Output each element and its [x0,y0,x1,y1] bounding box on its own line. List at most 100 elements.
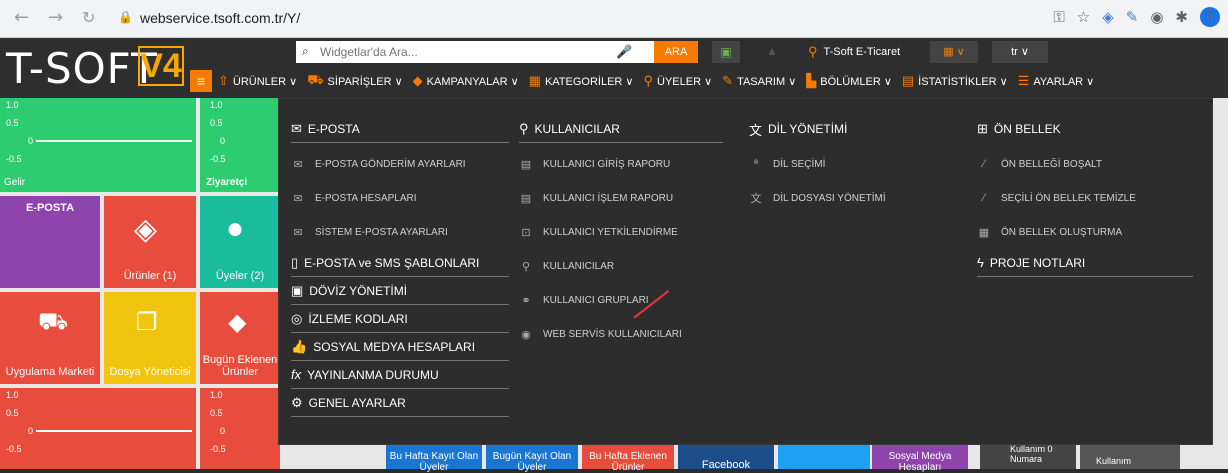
hamburger-icon[interactable]: ≡ [190,70,212,92]
on-bellek-olusturma-link[interactable]: ▦ ÖN BELLEK OLUŞTURMA [977,215,1193,249]
grid-menu-button[interactable]: ▦ ∨ [930,41,978,63]
tags-icon: ◈ [134,213,158,246]
eposta-hesaplari-link[interactable]: ✉ E-POSTA HESAPLARI [291,181,509,215]
chat-icon[interactable]: ▣ [712,41,740,63]
eposta-gonderim-link[interactable]: ✉ E-POSTA GÖNDERİM AYARLARI [291,147,509,181]
menu-siparisler[interactable]: ⛟ SİPARİŞLER ∨ [307,72,402,90]
kullanici-yetkilendirme-link[interactable]: ⊡ KULLANICI YETKİLENDİRME [519,215,723,249]
lock-icon: ⊡ [521,226,531,239]
report-icon: ▤ [520,158,532,171]
logo-version: V4 [138,46,184,86]
back-icon[interactable]: ← [14,9,29,27]
avatar[interactable]: T [1200,7,1220,27]
dil-dosyasi-link[interactable]: 文 DİL DOSYASI YÖNETİMİ [749,181,969,215]
mobile-icon: ▯ [291,254,299,270]
dosya-tile[interactable]: ❐ Dosya Yöneticisi [104,292,196,384]
key-icon[interactable]: ⚿ [1053,8,1064,26]
proje-notlari-link[interactable]: ϟ PROJE NOTLARI [977,249,1193,277]
sosyal-tile[interactable]: Sosyal Medya Hesapları [872,444,968,473]
user-icon: ⚲ [521,260,531,273]
secili-on-bellek-link[interactable]: ⁄ SEÇİLİ ÖN BELLEK TEMİZLE [977,181,1193,215]
address-bar[interactable]: webservice.tsoft.com.tr/Y/ [140,10,300,26]
uygulama-tile[interactable]: ⛟ Uygulama Marketi [0,292,100,384]
kullanici-giris-raporu-link[interactable]: ▤ KULLANICI GİRİŞ RAPORU [519,147,723,181]
doviz-yonetimi-link[interactable]: ▣ DÖVİZ YÖNETİMİ [291,277,509,305]
eye-icon: ◎ [291,310,303,326]
kullanim-tile-2[interactable]: Kullanım [1080,444,1180,469]
extension-icon[interactable]: ◈ [1102,8,1114,26]
genel-ayarlar-link[interactable]: ⚙ GENEL AYARLAR [291,389,509,417]
web-servis-kullanicilari-link[interactable]: ◉ WEB SERVİS KULLANICILARI [519,317,723,351]
kullanim-tile-1[interactable]: Kullanım 0 Numara [980,444,1076,469]
ziyaretci-tile[interactable]: 1.0 0.5 0 -0.5 Ziyaretçi [200,98,280,192]
puzzle-icon[interactable]: ✱ [1175,8,1188,26]
menu-kategoriler[interactable]: ▦ KATEGORİLER ∨ [529,73,634,89]
box-icon: ⇧ [218,73,229,88]
izleme-kodlari-link[interactable]: ◎ İZLEME KODLARI [291,305,509,333]
sistem-eposta-link[interactable]: ✉ SİSTEM E-POSTA AYARLARI [291,215,509,249]
sparkline [36,140,192,142]
eposta-tile[interactable]: E-POSTA [0,196,100,288]
settings-icon: ☰ [1017,73,1030,88]
star-icon[interactable]: ☆ [1077,8,1090,26]
database-icon: ▦ [978,226,990,239]
user-icon: ⚲ [808,44,818,59]
menu-ayarlar[interactable]: ☰ AYARLAR ∨ [1018,73,1094,89]
kullanici-gruplari-link[interactable]: ⚭ KULLANICI GRUPLARI [519,283,723,317]
user-icon: ● [226,212,245,245]
search-icon: ⌕ [302,44,309,58]
forward-icon[interactable]: → [48,9,63,27]
brush-icon: ✎ [722,73,734,88]
bugun-tile[interactable]: ◆ Bugün Eklenen Ürünler [200,292,280,384]
chart-tile-2[interactable]: 1.0 0.5 0 -0.5 [200,388,280,469]
cart-icon: ⛟ [307,72,324,87]
extension2-icon[interactable]: ◉ [1150,8,1163,26]
urunler-tile[interactable]: ◈ Ürünler (1) [104,196,196,288]
bugun-kayit-tile[interactable]: Bugün Kayıt Olan Üyeler [486,444,578,473]
kullanicilar-link[interactable]: ⚲ KULLANICILAR [519,249,723,283]
gelir-tile[interactable]: 1.0 0.5 0 -0.5 Gelir [0,98,196,192]
warning-icon[interactable]: ▲ [766,44,778,58]
browser-toolbar: ← → ↻ 🔒 webservice.tsoft.com.tr/Y/ ⚿ ☆ ◈… [0,0,1228,38]
twitter-tile[interactable] [778,444,870,469]
section-dil-yonetimi[interactable]: 文 DİL YÖNETİMİ [749,115,969,143]
menu-istatistikler[interactable]: ▤ İSTATİSTİKLER ∨ [902,73,1008,89]
menu-tasarim[interactable]: ✎ TASARIM ∨ [722,73,796,89]
dil-secimi-link[interactable]: ª DİL SEÇİMİ [749,147,969,181]
uyeler-tile[interactable]: ● Üyeler (2) [200,196,280,288]
eposta-sms-sablonlari-link[interactable]: ▯ E-POSTA ve SMS ŞABLONLARI [291,249,509,277]
col-on-bellek: ⊞ ÖN BELLEK ⁄ ÖN BELLEĞİ BOŞALT ⁄ SEÇİLİ ÖN… [977,115,1193,277]
reload-icon[interactable]: ↻ [82,9,95,27]
bu-hafta-kayit-tile[interactable]: Bu Hafta Kayıt Olan Üyeler [386,444,482,473]
col-kullanicilar: ⚲ KULLANICILAR ▤ KULLANICI GİRİŞ RAPORU ▤ K… [519,115,723,351]
menu-bolumler[interactable]: ▙ BÖLÜMLER ∨ [806,73,892,89]
language-selector[interactable]: tr ∨ [992,41,1048,63]
user-menu[interactable]: ⚲ T-Soft E-Ticaret [808,44,900,60]
menu-urunler[interactable]: ⇧ ÜRÜNLER ∨ [218,73,297,89]
yayinlanma-durumu-link[interactable]: fx YAYINLANMA DURUMU [291,361,509,389]
sitemap-icon: ▦ [528,73,541,88]
pen-icon[interactable]: ✎ [1126,8,1139,26]
settings-dropdown: ✉ E-POSTA ✉ E-POSTA GÖNDERİM AYARLARI ✉ E-P… [278,98,1213,445]
microphone-icon[interactable]: 🎤 [616,44,632,60]
col-dil: 文 DİL YÖNETİMİ ª DİL SEÇİMİ 文 DİL DOSYASI Y… [749,115,969,215]
spellcheck-icon: ª [753,158,759,170]
translate-icon: 文 [749,122,763,138]
logo[interactable]: T-SOFT [6,44,158,93]
files-icon: ❐ [136,309,158,336]
sparkline [36,430,192,432]
on-bellek-bosalt-link[interactable]: ⁄ ÖN BELLEĞİ BOŞALT [977,147,1193,181]
bu-hafta-eklenen-tile[interactable]: Bu Hafta Eklenen Ürünler [582,444,674,473]
kullanici-islem-raporu-link[interactable]: ▤ KULLANICI İŞLEM RAPORU [519,181,723,215]
sosyal-medya-link[interactable]: 👍 SOSYAL MEDYA HESAPLARI [291,333,509,361]
search-button[interactable]: ARA [654,41,698,63]
facebook-tile[interactable]: Facebook [678,444,774,471]
section-on-bellek[interactable]: ⊞ ÖN BELLEK [977,115,1193,143]
thumbs-up-icon: 👍 [291,338,308,354]
chart-tile-1[interactable]: 1.0 0.5 0 -0.5 [0,388,196,469]
section-eposta[interactable]: ✉ E-POSTA [291,115,509,143]
menu-kampanyalar[interactable]: ◆ KAMPANYALAR ∨ [413,73,519,89]
search-input[interactable] [316,41,606,63]
section-kullanicilar[interactable]: ⚲ KULLANICILAR [519,115,723,143]
menu-uyeler[interactable]: ⚲ ÜYELER ∨ [644,73,713,89]
